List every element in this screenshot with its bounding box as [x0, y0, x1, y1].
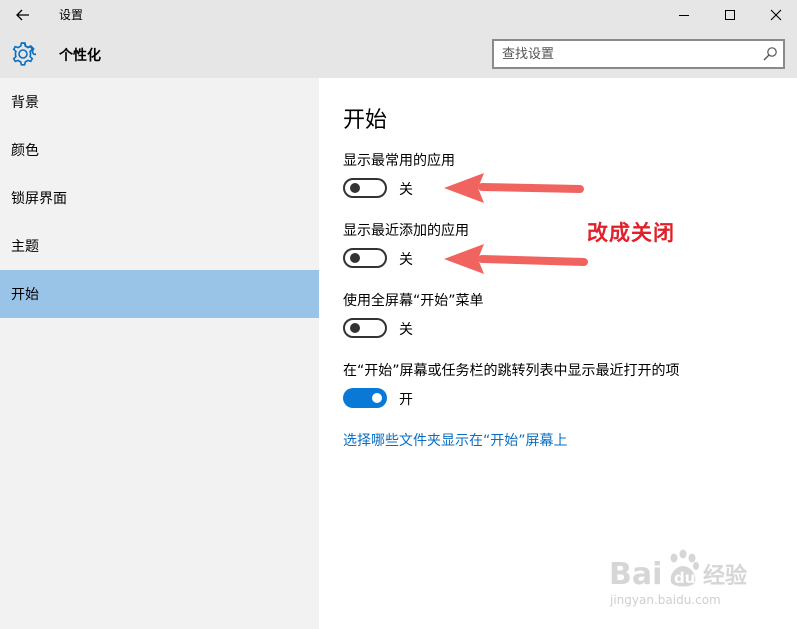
choose-folders-link[interactable]: 选择哪些文件夹显示在“开始”屏幕上 [343, 430, 568, 450]
setting-label-most-used-apps: 显示最常用的应用 [343, 153, 455, 169]
minimize-button[interactable] [661, 0, 707, 30]
window-title: 设置 [59, 8, 84, 22]
setting-label-recently-added-apps: 显示最近添加的应用 [343, 223, 469, 239]
toggle-state-text: 关 [399, 322, 413, 338]
sidebar-item-lock-screen[interactable]: 锁屏界面 [0, 174, 319, 222]
toggle-knob [350, 253, 360, 263]
close-button[interactable] [753, 0, 797, 30]
search-box[interactable] [492, 39, 785, 69]
main-content: 开始 显示最常用的应用 关 显示最近添加的应用 关 使用全屏幕“开始”菜单 关 … [319, 78, 797, 629]
sidebar-item-themes[interactable]: 主题 [0, 222, 319, 270]
toggle-recent-items-jump-lists[interactable] [343, 388, 387, 408]
svg-text:du: du [674, 569, 695, 587]
annotation-arrow-icon [444, 173, 584, 203]
svg-text:经验: 经验 [703, 563, 747, 589]
sidebar-item-label: 开始 [11, 287, 39, 303]
maximize-icon [725, 10, 735, 20]
sidebar-item-label: 颜色 [11, 143, 39, 159]
search-input[interactable] [502, 45, 752, 63]
toggle-knob [350, 183, 360, 193]
sidebar-item-background[interactable]: 背景 [0, 78, 319, 126]
gear-icon [12, 42, 36, 66]
toggle-state-text: 关 [399, 252, 413, 268]
sidebar-item-label: 背景 [11, 95, 39, 111]
setting-label-recent-items-jump-lists: 在“开始”屏幕或任务栏的跳转列表中显示最近打开的项 [343, 363, 680, 379]
title-bar: 设置 [0, 0, 797, 30]
sidebar: 背景 颜色 锁屏界面 主题 开始 [0, 78, 319, 629]
baidu-jingyan-logo: Bai du 经验 [609, 549, 747, 592]
sidebar-item-colors[interactable]: 颜色 [0, 126, 319, 174]
page-category-title: 个性化 [59, 48, 101, 64]
arrow-left-icon [16, 9, 29, 21]
toggle-knob [350, 323, 360, 333]
svg-text:Bai: Bai [609, 557, 662, 592]
settings-header: 个性化 [0, 30, 797, 78]
toggle-most-used-apps[interactable] [343, 178, 387, 198]
minimize-icon [679, 15, 689, 16]
setting-label-full-screen-start: 使用全屏幕“开始”菜单 [343, 293, 484, 309]
annotation-arrow-icon [444, 244, 588, 274]
toggle-state-text: 开 [399, 392, 413, 408]
toggle-full-screen-start[interactable] [343, 318, 387, 338]
search-icon[interactable] [762, 46, 778, 62]
sidebar-item-label: 锁屏界面 [11, 191, 67, 207]
page-title: 开始 [343, 108, 388, 133]
toggle-knob [372, 393, 382, 403]
watermark-url: jingyan.baidu.com [610, 593, 721, 607]
annotation-text: 改成关闭 [587, 220, 675, 245]
back-button[interactable] [0, 0, 46, 30]
toggle-recently-added-apps[interactable] [343, 248, 387, 268]
sidebar-item-label: 主题 [11, 239, 39, 255]
toggle-state-text: 关 [399, 182, 413, 198]
sidebar-item-start[interactable]: 开始 [0, 270, 319, 318]
close-icon [770, 9, 782, 21]
maximize-button[interactable] [707, 0, 753, 30]
